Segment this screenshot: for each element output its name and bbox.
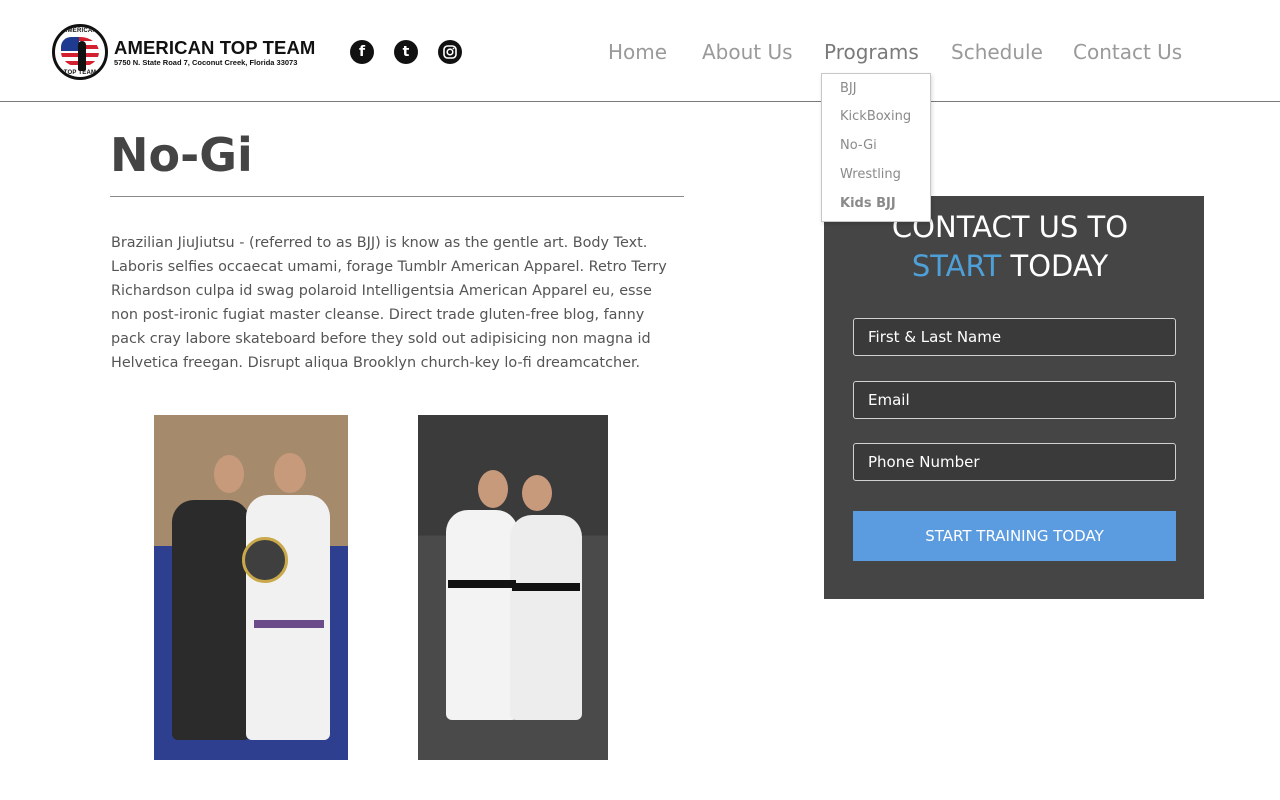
contact-heading-line2: START TODAY xyxy=(824,247,1196,286)
facebook-glyph: f xyxy=(358,44,366,60)
nav-contact-us[interactable]: Contact Us xyxy=(1073,40,1182,66)
site-logo[interactable]: AMERICAN TOP TEAM AMERICAN TOP TEAM 5750… xyxy=(52,23,324,81)
photo-person xyxy=(172,500,250,740)
dropdown-item-wrestling[interactable]: Wrestling xyxy=(840,167,901,182)
dropdown-item-no-gi[interactable]: No-Gi xyxy=(840,138,877,153)
phone-field[interactable]: Phone Number xyxy=(853,443,1176,481)
contact-heading-accent: START xyxy=(911,249,1002,283)
photo-belt-championship xyxy=(154,415,348,760)
nav-home[interactable]: Home xyxy=(608,40,667,66)
nav-schedule[interactable]: Schedule xyxy=(951,40,1043,66)
fighter-silhouette-icon xyxy=(78,41,86,71)
photo-two-fighters xyxy=(418,415,608,760)
flag-canton xyxy=(61,37,79,51)
logo-text: AMERICAN TOP TEAM 5750 N. State Road 7, … xyxy=(114,36,316,67)
instagram-icon[interactable] xyxy=(438,40,462,64)
page-title: No-Gi xyxy=(110,128,253,182)
logo-title: AMERICAN TOP TEAM xyxy=(114,36,316,58)
contact-heading-rest: TODAY xyxy=(1010,249,1109,283)
dropdown-item-kids-bjj[interactable]: Kids BJJ xyxy=(840,196,896,211)
dropdown-item-bjj[interactable]: BJJ xyxy=(840,81,857,96)
page-body-text: Brazilian JiuJiutsu - (referred to as BJ… xyxy=(111,235,667,371)
black-belt xyxy=(512,583,580,591)
instagram-camera-icon xyxy=(443,45,457,59)
photo-person xyxy=(446,510,518,720)
logo-badge-top-text: AMERICAN xyxy=(63,28,97,34)
logo-badge-icon: AMERICAN TOP TEAM xyxy=(52,24,108,80)
twitter-glyph: t xyxy=(402,44,410,60)
twitter-icon[interactable]: t xyxy=(394,40,418,64)
photo-head xyxy=(522,475,552,511)
photo-head xyxy=(478,470,508,508)
photo-head xyxy=(274,453,306,493)
name-field[interactable]: First & Last Name xyxy=(853,318,1176,356)
site-header: AMERICAN TOP TEAM AMERICAN TOP TEAM 5750… xyxy=(0,0,1280,102)
black-belt xyxy=(448,580,516,588)
facebook-icon[interactable]: f xyxy=(350,40,374,64)
photo-person xyxy=(510,515,582,720)
nav-programs[interactable]: Programs xyxy=(824,40,919,66)
purple-belt xyxy=(254,620,324,628)
photo-head xyxy=(214,455,244,493)
start-training-button[interactable]: START TRAINING TODAY xyxy=(853,511,1176,561)
title-divider xyxy=(110,196,684,197)
photo-person xyxy=(246,495,330,740)
contact-form-panel: CONTACT US TO START TODAY First & Last N… xyxy=(824,196,1204,599)
nav-about-us[interactable]: About Us xyxy=(702,40,793,66)
programs-dropdown-menu: BJJ KickBoxing No-Gi Wrestling Kids BJJ xyxy=(821,73,931,222)
championship-belt xyxy=(242,537,288,583)
email-field[interactable]: Email xyxy=(853,381,1176,419)
logo-badge-bottom-text: TOP TEAM xyxy=(63,70,97,76)
dropdown-item-kickboxing[interactable]: KickBoxing xyxy=(840,109,911,124)
logo-address: 5750 N. State Road 7, Coconut Creek, Flo… xyxy=(114,57,298,67)
